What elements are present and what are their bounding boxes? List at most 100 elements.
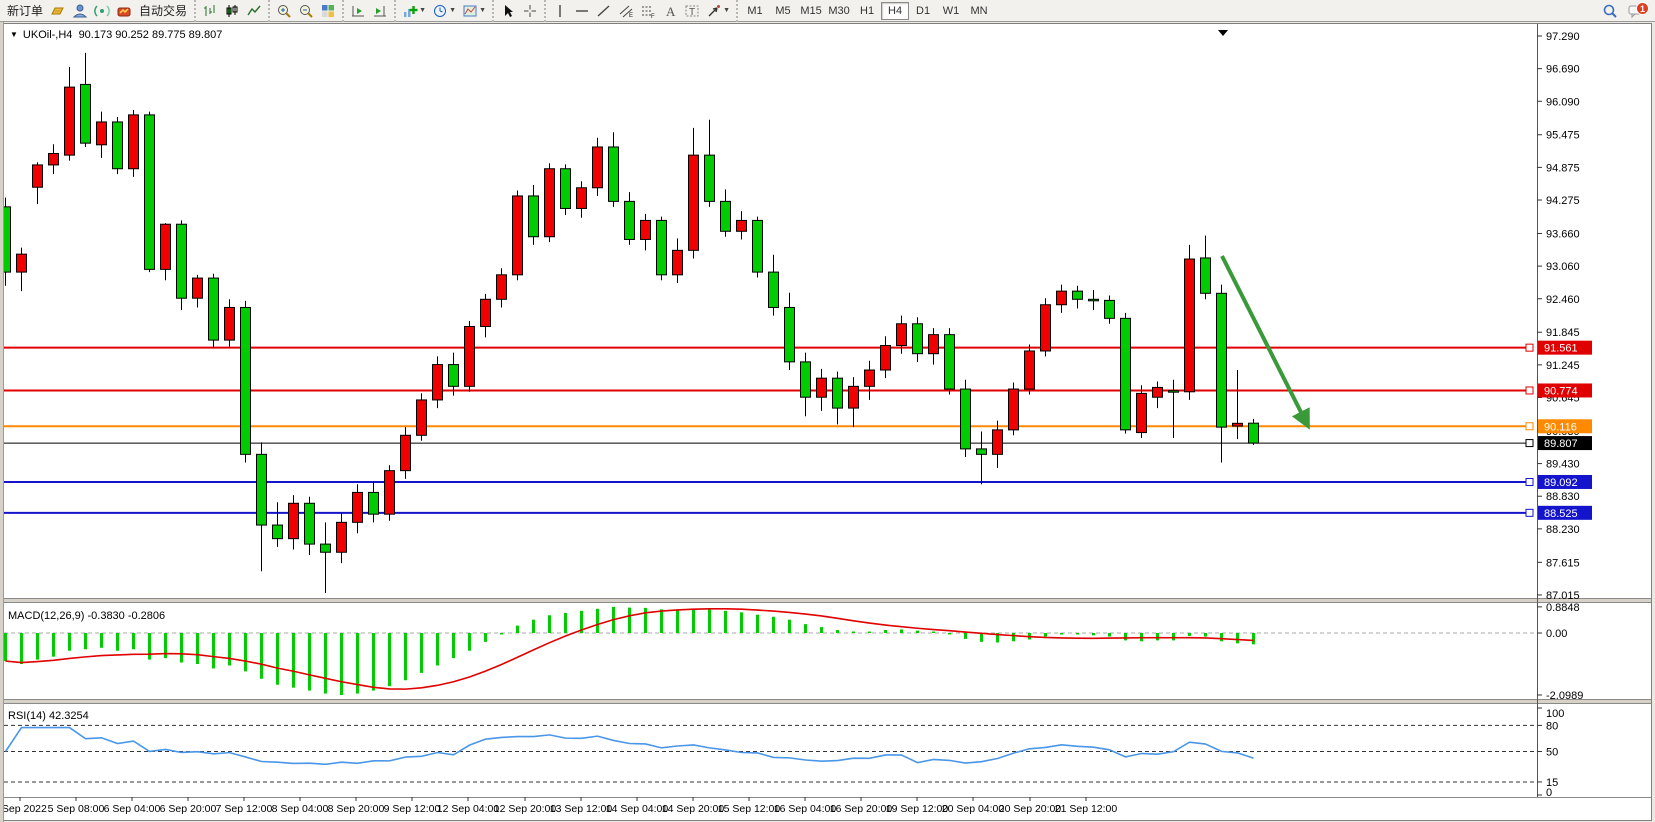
- zoom-out-icon[interactable]: [295, 1, 317, 21]
- candle[interactable]: [401, 435, 411, 470]
- candle[interactable]: [913, 324, 923, 354]
- candle[interactable]: [609, 147, 619, 201]
- candle[interactable]: [721, 201, 731, 231]
- candle[interactable]: [545, 169, 555, 237]
- timeframe-button-mn[interactable]: MN: [965, 2, 993, 20]
- candle[interactable]: [481, 299, 491, 326]
- candle[interactable]: [785, 307, 795, 361]
- candle[interactable]: [225, 307, 235, 340]
- candle[interactable]: [273, 525, 283, 539]
- candle[interactable]: [977, 449, 987, 454]
- candle[interactable]: [625, 201, 635, 239]
- timeframe-button-h1[interactable]: H1: [853, 2, 881, 20]
- dropdown-caret-icon[interactable]: ▼: [419, 7, 426, 14]
- candle[interactable]: [177, 224, 187, 298]
- candle[interactable]: [641, 220, 651, 239]
- dropdown-caret-icon[interactable]: ▼: [479, 7, 486, 14]
- level-line-anchor[interactable]: [1526, 344, 1533, 351]
- timeframe-button-m30[interactable]: M30: [825, 2, 853, 20]
- candle[interactable]: [849, 386, 859, 408]
- chart-shift-icon[interactable]: [369, 1, 391, 21]
- candle[interactable]: [1169, 391, 1179, 393]
- candle[interactable]: [1217, 293, 1227, 427]
- notifications-icon[interactable]: 1: [1621, 1, 1651, 21]
- candle[interactable]: [113, 122, 123, 169]
- timeframe-button-m5[interactable]: M5: [769, 2, 797, 20]
- candle[interactable]: [241, 307, 251, 454]
- level-line-anchor[interactable]: [1526, 509, 1533, 516]
- profile-icon[interactable]: [69, 1, 91, 21]
- candle[interactable]: [49, 154, 59, 165]
- candle[interactable]: [337, 522, 347, 552]
- candle[interactable]: [305, 503, 315, 544]
- candle[interactable]: [97, 122, 107, 145]
- text-icon[interactable]: A: [659, 1, 681, 21]
- bar-chart-icon[interactable]: [199, 1, 221, 21]
- candle[interactable]: [881, 346, 891, 370]
- channel-icon[interactable]: E: [615, 1, 637, 21]
- candle[interactable]: [561, 169, 571, 209]
- chevron-down-icon[interactable]: ▼: [10, 30, 18, 39]
- level-line-anchor[interactable]: [1526, 478, 1533, 485]
- timeframe-button-d1[interactable]: D1: [909, 2, 937, 20]
- candle[interactable]: [945, 335, 955, 389]
- candle[interactable]: [369, 492, 379, 514]
- new-order-button[interactable]: 新订单: [3, 1, 47, 21]
- candle[interactable]: [673, 250, 683, 274]
- candle[interactable]: [1057, 291, 1067, 305]
- vertical-line-icon[interactable]: [549, 1, 571, 21]
- candle[interactable]: [513, 196, 523, 275]
- candle[interactable]: [929, 335, 939, 354]
- candle[interactable]: [769, 272, 779, 307]
- candle[interactable]: [33, 165, 43, 187]
- candle[interactable]: [833, 378, 843, 408]
- candle[interactable]: [209, 278, 219, 340]
- candle[interactable]: [593, 147, 603, 188]
- text-label-icon[interactable]: T: [681, 1, 703, 21]
- candle[interactable]: [689, 155, 699, 250]
- candle[interactable]: [1073, 291, 1083, 299]
- candle[interactable]: [465, 326, 475, 386]
- search-icon[interactable]: [1599, 1, 1621, 21]
- candle[interactable]: [737, 220, 747, 231]
- candle[interactable]: [897, 324, 907, 346]
- candle[interactable]: [1009, 389, 1019, 430]
- candle[interactable]: [1153, 387, 1163, 397]
- candle[interactable]: [1233, 423, 1243, 426]
- candle[interactable]: [65, 87, 75, 155]
- indicators-icon[interactable]: ▼: [399, 1, 429, 21]
- timeframe-button-m15[interactable]: M15: [797, 2, 825, 20]
- candle[interactable]: [753, 220, 763, 272]
- templates-icon[interactable]: ▼: [459, 1, 489, 21]
- candle[interactable]: [1105, 300, 1115, 318]
- candle[interactable]: [817, 378, 827, 397]
- level-line-anchor[interactable]: [1526, 423, 1533, 430]
- candle[interactable]: [1041, 305, 1051, 351]
- timeframe-button-w1[interactable]: W1: [937, 2, 965, 20]
- candle[interactable]: [529, 196, 539, 237]
- candle[interactable]: [145, 115, 155, 269]
- candle[interactable]: [1121, 318, 1131, 430]
- candle[interactable]: [81, 84, 91, 143]
- candle[interactable]: [865, 370, 875, 386]
- candle[interactable]: [577, 188, 587, 209]
- auto-trading-label[interactable]: 自动交易: [135, 1, 191, 21]
- candle[interactable]: [705, 155, 715, 201]
- candle[interactable]: [961, 389, 971, 449]
- candle[interactable]: [993, 430, 1003, 454]
- periods-icon[interactable]: ▼: [429, 1, 459, 21]
- candle[interactable]: [129, 115, 139, 169]
- gold-bar-icon[interactable]: [47, 1, 69, 21]
- tile-windows-icon[interactable]: [317, 1, 339, 21]
- candle[interactable]: [433, 365, 443, 400]
- trendline-icon[interactable]: [593, 1, 615, 21]
- dropdown-caret-icon[interactable]: ▼: [449, 7, 456, 14]
- candle[interactable]: [17, 254, 27, 272]
- line-chart-icon[interactable]: [243, 1, 265, 21]
- candle[interactable]: [801, 362, 811, 397]
- candle[interactable]: [321, 544, 331, 552]
- candle[interactable]: [257, 454, 267, 525]
- horizontal-line-icon[interactable]: [571, 1, 593, 21]
- candle[interactable]: [497, 275, 507, 299]
- candle[interactable]: [1025, 351, 1035, 389]
